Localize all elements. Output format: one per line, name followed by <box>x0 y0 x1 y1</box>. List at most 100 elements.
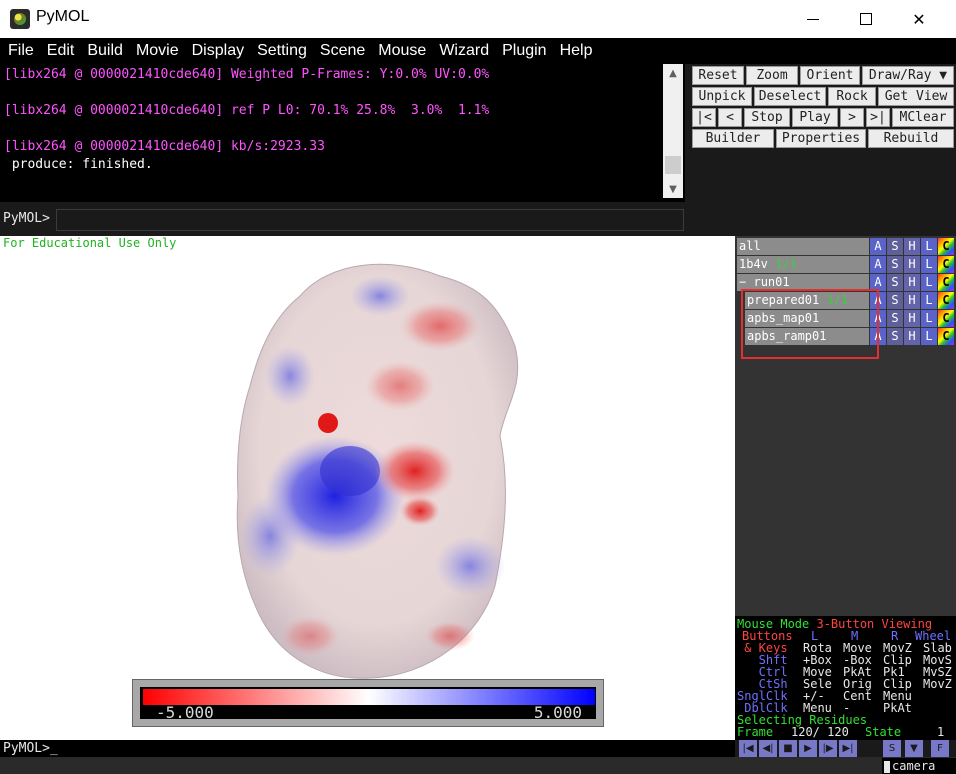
object-name-all[interactable]: all <box>737 238 869 255</box>
menu-setting[interactable]: Setting <box>257 42 307 60</box>
scene-down-button[interactable]: ▼ <box>905 740 923 757</box>
pymol-app-icon <box>10 9 30 29</box>
color-ramp: -5.000 5.000 <box>132 679 604 727</box>
last-frame-button[interactable]: ▶| <box>839 740 857 757</box>
state-label: State <box>865 725 902 739</box>
show-button[interactable]: S <box>887 328 903 345</box>
hide-button[interactable]: H <box>904 328 920 345</box>
zoom-button[interactable]: Zoom <box>746 66 798 85</box>
forward-button[interactable]: > <box>840 108 864 127</box>
object-row: all A S H L C <box>735 238 956 255</box>
object-label: 1b4v <box>739 257 768 271</box>
menu-mouse[interactable]: Mouse <box>378 42 426 60</box>
menu-file[interactable]: File <box>8 42 34 60</box>
log-scrollbar[interactable]: ▲ ▼ <box>663 64 683 198</box>
log-line: produce: finished. <box>4 157 153 172</box>
command-bar: PyMOL> <box>0 202 690 236</box>
action-button[interactable]: A <box>870 256 886 273</box>
scroll-up-icon[interactable]: ▲ <box>663 64 683 82</box>
deselect-button[interactable]: Deselect <box>754 87 826 106</box>
camera-field[interactable]: camera <box>882 758 956 774</box>
draw-ray-button[interactable]: Draw/Ray ▼ <box>862 66 954 85</box>
label-button[interactable]: L <box>921 292 937 309</box>
minimize-button[interactable] <box>790 0 836 38</box>
show-button[interactable]: S <box>887 238 903 255</box>
color-button[interactable]: C <box>938 310 954 327</box>
menu-wizard[interactable]: Wizard <box>439 42 489 60</box>
rewind-button[interactable]: |< <box>692 108 716 127</box>
scroll-down-icon[interactable]: ▼ <box>663 180 683 198</box>
stop-frame-button[interactable]: ■ <box>779 740 797 757</box>
binding-action: PkAt <box>883 701 912 715</box>
log-line: [libx264 @ 0000021410cde640] kb/s:2923.3… <box>4 139 325 154</box>
label-button[interactable]: L <box>921 310 937 327</box>
camera-text: camera <box>892 759 936 773</box>
bottom-command-line[interactable]: PyMOL>_ <box>0 740 735 757</box>
state-value: 1 <box>937 725 945 739</box>
show-button[interactable]: S <box>887 310 903 327</box>
first-frame-button[interactable]: |◀ <box>739 740 757 757</box>
next-frame-button[interactable]: |▶ <box>819 740 837 757</box>
color-button[interactable]: C <box>938 292 954 309</box>
menu-movie[interactable]: Movie <box>136 42 179 60</box>
reset-button[interactable]: Reset <box>692 66 744 85</box>
binding-action: MovZ <box>923 677 952 691</box>
rock-button[interactable]: Rock <box>828 87 876 106</box>
scene-s-button[interactable]: S <box>883 740 901 757</box>
stop-button[interactable]: Stop <box>744 108 790 127</box>
color-button[interactable]: C <box>938 274 954 291</box>
label-button[interactable]: L <box>921 274 937 291</box>
maximize-button[interactable] <box>843 0 889 38</box>
command-prompt: PyMOL> <box>3 211 50 226</box>
menu-display[interactable]: Display <box>192 42 244 60</box>
output-log: [libx264 @ 0000021410cde640] Weighted P-… <box>0 64 685 202</box>
menu-plugin[interactable]: Plugin <box>502 42 546 60</box>
close-button[interactable]: ✕ <box>896 0 942 38</box>
color-button[interactable]: C <box>938 328 954 345</box>
maximize-icon <box>860 13 872 25</box>
window-title: PyMOL <box>36 8 90 25</box>
rebuild-button[interactable]: Rebuild <box>868 129 954 148</box>
show-button[interactable]: S <box>887 256 903 273</box>
frame-value: 120/ 120 <box>791 725 849 739</box>
menu-scene[interactable]: Scene <box>320 42 365 60</box>
prev-frame-button[interactable]: ◀| <box>759 740 777 757</box>
scroll-thumb[interactable] <box>665 156 681 174</box>
menu-edit[interactable]: Edit <box>47 42 75 60</box>
action-button[interactable]: A <box>870 238 886 255</box>
label-button[interactable]: L <box>921 256 937 273</box>
full-screen-button[interactable]: F <box>931 740 949 757</box>
close-icon: ✕ <box>912 9 926 29</box>
hide-button[interactable]: H <box>904 310 920 327</box>
menu-build[interactable]: Build <box>87 42 123 60</box>
properties-button[interactable]: Properties <box>776 129 866 148</box>
play-frame-button[interactable]: ▶ <box>799 740 817 757</box>
get-view-button[interactable]: Get View <box>878 87 954 106</box>
collapse-toggle-icon[interactable]: − <box>739 275 746 289</box>
orient-button[interactable]: Orient <box>800 66 860 85</box>
object-name-1b4v[interactable]: 1b4v 1/1 <box>737 256 869 273</box>
molecular-viewer[interactable]: For Educational Use Only -5.000 5.000 <box>0 236 735 740</box>
menu-help[interactable]: Help <box>560 42 593 60</box>
hide-button[interactable]: H <box>904 274 920 291</box>
color-button[interactable]: C <box>938 238 954 255</box>
play-button[interactable]: Play <box>792 108 838 127</box>
color-button[interactable]: C <box>938 256 954 273</box>
label-button[interactable]: L <box>921 238 937 255</box>
end-button[interactable]: >| <box>866 108 890 127</box>
command-input[interactable] <box>56 209 684 231</box>
title-bar: PyMOL ✕ <box>0 0 956 38</box>
hide-button[interactable]: H <box>904 256 920 273</box>
protein-surface <box>236 263 519 679</box>
back-button[interactable]: < <box>718 108 742 127</box>
show-button[interactable]: S <box>887 292 903 309</box>
label-button[interactable]: L <box>921 328 937 345</box>
show-button[interactable]: S <box>887 274 903 291</box>
mclear-button[interactable]: MClear <box>892 108 954 127</box>
hide-button[interactable]: H <box>904 238 920 255</box>
hide-button[interactable]: H <box>904 292 920 309</box>
builder-button[interactable]: Builder <box>692 129 774 148</box>
unpick-button[interactable]: Unpick <box>692 87 752 106</box>
